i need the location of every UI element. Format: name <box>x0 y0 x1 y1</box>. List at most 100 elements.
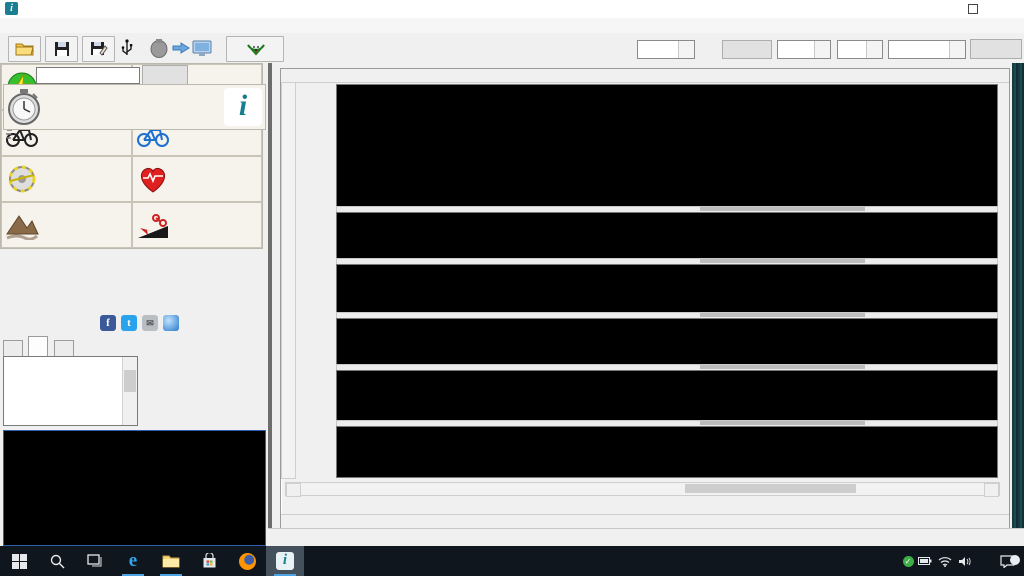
menu-help[interactable] <box>123 29 139 31</box>
usb-icon <box>120 38 134 58</box>
mean-max-power-chart[interactable] <box>3 430 266 546</box>
slope-canvas[interactable] <box>337 427 997 477</box>
taskbar-edge-button[interactable]: e <box>114 546 152 576</box>
power-canvas[interactable] <box>337 85 997 207</box>
xaxis-mode-dropdown[interactable] <box>837 40 883 59</box>
speed-plot[interactable] <box>336 212 998 260</box>
peak-item[interactable] <box>4 368 137 379</box>
firefox-icon <box>239 553 256 570</box>
battery-icon[interactable] <box>918 557 938 565</box>
horizontal-scrollbar[interactable] <box>285 482 1000 496</box>
mean-max-power-canvas[interactable] <box>4 431 263 543</box>
stat-tile-heartrate <box>132 156 263 202</box>
stat-tile-cadence <box>1 156 132 202</box>
close-button[interactable] <box>990 0 1024 18</box>
scroll-up-icon[interactable] <box>281 69 1009 83</box>
ibike-logo: i <box>224 88 262 126</box>
peak-item[interactable] <box>4 401 137 412</box>
peak-item[interactable] <box>4 412 137 423</box>
splitter-thumb[interactable] <box>700 207 865 211</box>
cadence-plot[interactable] <box>336 264 998 314</box>
taskbar-isaac-button[interactable]: i <box>266 546 304 576</box>
elevation-canvas[interactable] <box>337 371 997 421</box>
file-explorer-icon <box>162 554 180 568</box>
stopwatch-icon <box>6 88 42 126</box>
slope-yticks <box>298 427 332 477</box>
fit-plots-button[interactable] <box>970 39 1022 59</box>
elevation-plot[interactable] <box>336 370 998 422</box>
power-axis-label <box>284 85 299 207</box>
splitter-thumb[interactable] <box>700 259 865 263</box>
earth-icon[interactable] <box>163 315 179 331</box>
cadence-yticks <box>298 265 332 313</box>
splitter-thumb[interactable] <box>700 365 865 369</box>
search-button[interactable] <box>38 546 76 576</box>
time-interval-dropdown[interactable] <box>637 40 695 59</box>
menu-device[interactable] <box>61 29 77 31</box>
email-icon[interactable]: ✉ <box>142 315 158 331</box>
heartrate-yticks <box>298 319 332 365</box>
menu-bar <box>0 18 1024 34</box>
antivirus-icon[interactable]: ✓ <box>898 556 918 567</box>
scrollbar-thumb[interactable] <box>124 370 136 392</box>
minimize-button[interactable] <box>922 0 956 18</box>
isaac-icon: i <box>276 552 294 570</box>
peak-item[interactable] <box>4 357 137 368</box>
peaks-scrollbar[interactable] <box>122 357 137 425</box>
wifi-icon[interactable] <box>938 556 958 567</box>
menu-edit[interactable] <box>20 29 36 31</box>
action-center-button[interactable] <box>990 555 1024 568</box>
speed-canvas[interactable] <box>337 213 997 259</box>
scroll-up-icon[interactable] <box>123 357 137 370</box>
task-view-button[interactable] <box>76 546 114 576</box>
toolbar <box>0 33 1024 64</box>
usb-button[interactable] <box>116 36 138 60</box>
peak-item[interactable] <box>4 390 137 401</box>
elevation-yticks <box>298 371 332 421</box>
windows-logo-icon <box>12 554 27 569</box>
range-dropdown[interactable] <box>888 40 966 59</box>
stat-tile-slope <box>132 202 263 248</box>
cadence-canvas[interactable] <box>337 265 997 313</box>
show-button[interactable] <box>722 40 772 59</box>
splitter-thumb[interactable] <box>700 421 865 425</box>
scroll-down-icon[interactable] <box>123 412 137 425</box>
start-button[interactable] <box>0 546 38 576</box>
maximize-button[interactable] <box>956 0 990 18</box>
open-file-button[interactable] <box>8 36 41 62</box>
pstroke-button[interactable] <box>226 36 284 62</box>
menu-tools[interactable] <box>102 29 118 31</box>
heartrate-canvas[interactable] <box>337 319 997 365</box>
facebook-icon[interactable]: f <box>100 315 116 331</box>
scrollbar-thumb[interactable] <box>685 484 856 493</box>
speed-yticks <box>298 213 332 259</box>
taskbar-firefox-button[interactable] <box>228 546 266 576</box>
peaks-list[interactable] <box>3 356 138 426</box>
units-dropdown[interactable] <box>777 40 831 59</box>
chevron-down-icon <box>814 41 830 58</box>
twitter-icon[interactable]: t <box>121 315 137 331</box>
splitter-thumb[interactable] <box>700 313 865 317</box>
taskbar-store-button[interactable] <box>190 546 228 576</box>
ride-name-input[interactable] <box>36 67 140 84</box>
system-tray: ✓ <box>878 546 1024 576</box>
taskbar-file-explorer-button[interactable] <box>152 546 190 576</box>
menu-analyze[interactable] <box>82 29 98 31</box>
tab-peaks[interactable] <box>28 336 48 357</box>
peak-item[interactable] <box>4 379 137 390</box>
power-yticks <box>298 85 332 207</box>
menu-view[interactable] <box>41 29 57 31</box>
download-ride-button[interactable] <box>145 36 217 60</box>
note-button[interactable] <box>142 65 188 86</box>
power-plot[interactable] <box>336 84 998 208</box>
save-button[interactable] <box>45 36 78 62</box>
save-as-button[interactable] <box>82 36 115 62</box>
delete-peak-button[interactable] <box>142 358 156 372</box>
speaker-icon[interactable] <box>958 556 978 567</box>
task-view-icon <box>87 554 103 568</box>
slope-plot[interactable] <box>336 426 998 478</box>
app-icon: i <box>5 2 18 15</box>
heartrate-plot[interactable] <box>336 318 998 366</box>
menu-file[interactable] <box>0 29 16 31</box>
open-folder-icon <box>15 41 35 57</box>
